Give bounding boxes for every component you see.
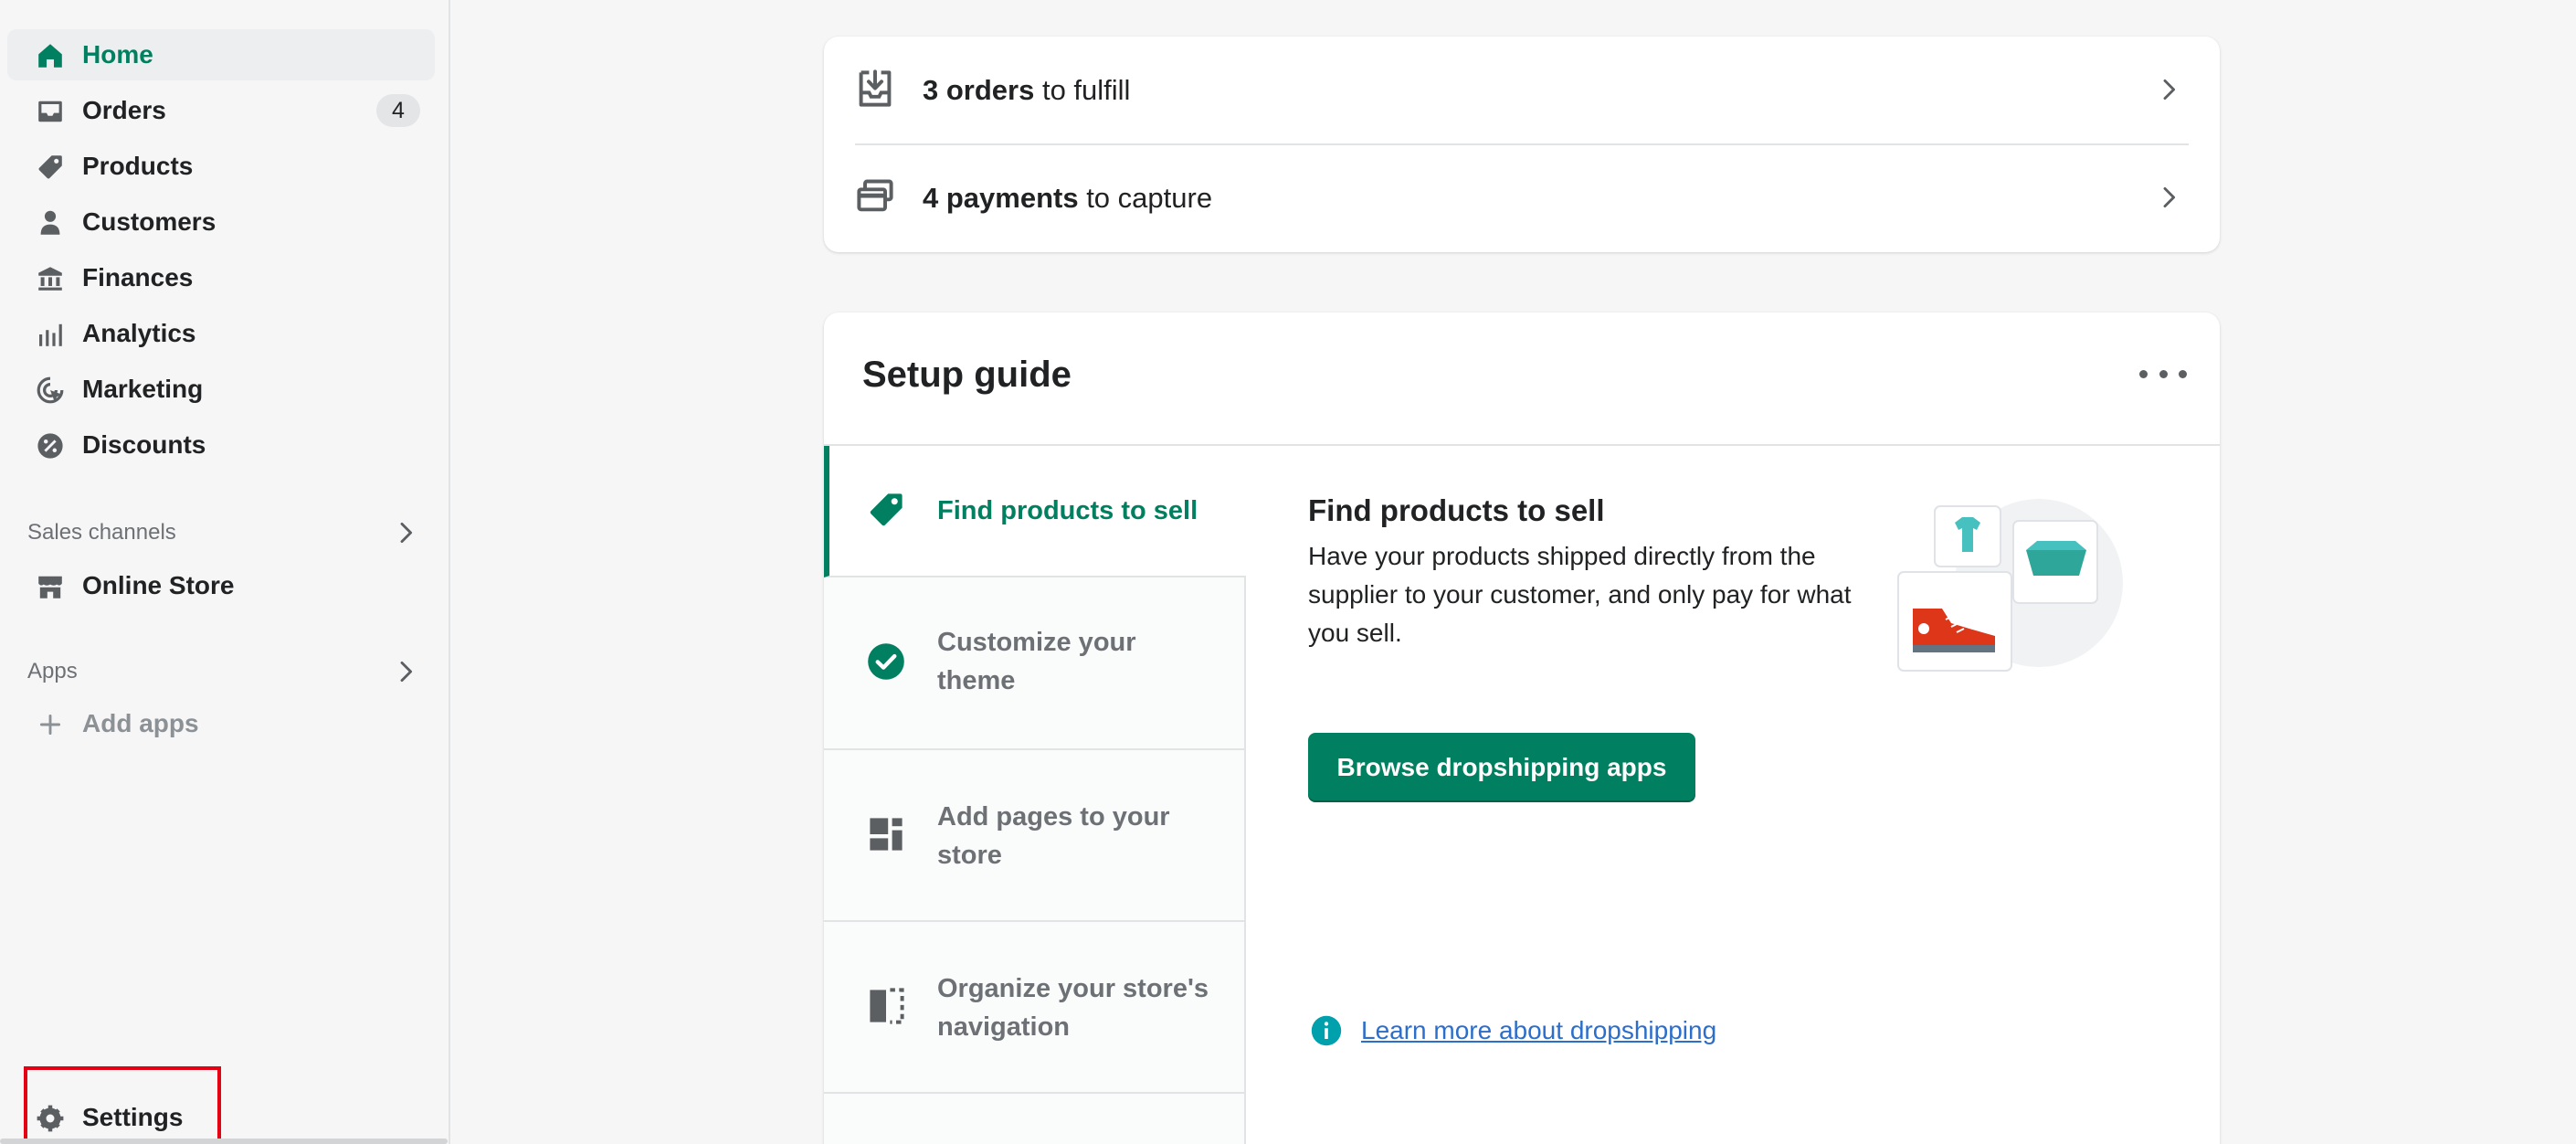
person-icon <box>35 209 66 237</box>
step-detail-title: Find products to sell <box>1308 493 1605 527</box>
sidebar-item-customers[interactable]: Customers <box>7 196 435 248</box>
dot-icon <box>2179 369 2187 378</box>
step-organize-navigation[interactable]: Organize your store's navigation <box>824 922 1246 1094</box>
apps-header: Apps <box>27 653 420 690</box>
dot-icon <box>2139 369 2148 378</box>
step-label: Find products to sell <box>937 496 1198 525</box>
sidebar-item-analytics[interactable]: Analytics <box>7 308 435 359</box>
chevron-right-icon[interactable] <box>391 657 420 686</box>
task-count: 4 payments <box>923 182 1079 214</box>
step-customize-theme[interactable]: Customize your theme <box>824 577 1246 750</box>
task-count: 3 orders <box>923 74 1035 106</box>
inbox-icon <box>35 98 66 125</box>
sidebar-item-discounts[interactable]: Discounts <box>7 419 435 471</box>
task-description: to fulfill <box>1034 74 1131 106</box>
target-icon <box>35 376 66 404</box>
chevron-right-icon <box>2163 186 2176 208</box>
dot-icon <box>2159 369 2168 378</box>
sidebar-item-add-apps[interactable]: Add apps <box>7 698 435 749</box>
apps-title: Apps <box>27 659 78 683</box>
payments-to-capture-row[interactable]: 4 payments to capture <box>824 144 2220 252</box>
settings-highlight-box <box>24 1066 221 1144</box>
step-add-pages[interactable]: Add pages to your store <box>824 750 1246 922</box>
step-detail-description: Have your products shipped directly from… <box>1308 542 1852 647</box>
sidebar-item-marketing[interactable]: Marketing <box>7 364 435 415</box>
orders-count-badge: 4 <box>376 94 420 127</box>
pages-icon <box>870 818 903 851</box>
sidebar-item-orders[interactable]: Orders 4 <box>7 85 435 136</box>
sidebar-item-label: Analytics <box>82 319 196 347</box>
navigation-icon <box>870 988 904 1024</box>
step-label: Add pages to your store <box>937 802 1170 870</box>
sidebar-item-label: Products <box>82 152 194 180</box>
discount-icon <box>35 432 66 460</box>
payments-to-capture-text: 4 payments to capture <box>923 182 1212 215</box>
sidebar-item-label: Customers <box>82 207 216 236</box>
sales-channels-header: Sales channels <box>27 514 420 551</box>
store-icon <box>35 573 66 600</box>
bar-chart-icon <box>35 321 66 348</box>
browse-dropshipping-apps-button[interactable]: Browse dropshipping apps <box>1308 733 1695 802</box>
learn-more-dropshipping-link[interactable]: Learn more about dropshipping <box>1361 1016 1716 1045</box>
sidebar-item-label: Orders <box>82 96 166 124</box>
home-icon <box>35 42 66 69</box>
tag-icon <box>35 154 66 181</box>
learn-more-row: Learn more about dropshipping <box>1310 1014 1716 1047</box>
sidebar-scrollbar[interactable] <box>0 1139 448 1144</box>
sidebar-item-online-store[interactable]: Online Store <box>7 560 435 611</box>
payment-icon <box>857 179 893 212</box>
step-find-products[interactable]: Find products to sell <box>824 446 1246 577</box>
sidebar-item-home[interactable]: Home <box>7 29 435 80</box>
sales-channels-title: Sales channels <box>27 520 176 545</box>
sidebar-item-finances[interactable]: Finances <box>7 252 435 303</box>
sidebar-item-label: Home <box>82 40 153 69</box>
chevron-right-icon[interactable] <box>391 518 420 547</box>
task-description: to capture <box>1078 182 1213 214</box>
step-detail-panel: Find products to sell Have your products… <box>1306 446 2220 1144</box>
step-label: Customize your theme <box>937 628 1136 695</box>
more-actions-button[interactable] <box>2139 360 2187 387</box>
setup-steps-list: Find products to sell Customize your the… <box>824 446 1246 1144</box>
products-illustration <box>1897 499 2123 672</box>
check-circle-icon <box>868 643 904 680</box>
plus-icon <box>35 711 66 738</box>
step-label: Organize your store's navigation <box>937 974 1209 1042</box>
chevron-right-icon <box>2163 79 2176 101</box>
sidebar-item-label: Marketing <box>82 375 204 403</box>
setup-guide-title: Setup guide <box>862 355 1072 395</box>
sidebar-item-label: Discounts <box>82 430 206 459</box>
sidebar-item-label: Add apps <box>82 709 199 737</box>
info-icon <box>1311 1015 1342 1046</box>
sidebar-item-label: Finances <box>82 263 194 291</box>
orders-to-fulfill-row[interactable]: 3 orders to fulfill <box>824 37 2220 144</box>
fulfill-icon <box>859 69 892 107</box>
sidebar: Home Orders 4 Products Customers Finance… <box>0 0 450 1144</box>
orders-to-fulfill-text: 3 orders to fulfill <box>923 74 1130 107</box>
sidebar-item-label: Online Store <box>82 571 235 599</box>
tag-icon <box>870 493 903 526</box>
sidebar-item-products[interactable]: Products <box>7 141 435 192</box>
bank-icon <box>35 265 66 292</box>
tasks-card: 3 orders to fulfill 4 payments to captur… <box>824 37 2220 252</box>
setup-guide-card: Setup guide Find products to sell Custom… <box>824 312 2220 1144</box>
